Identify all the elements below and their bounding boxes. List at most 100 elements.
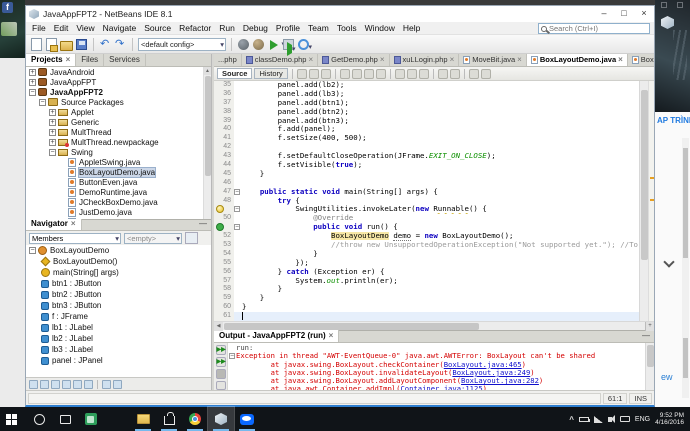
close-icon[interactable]: ×: [308, 54, 313, 66]
menu-refactor[interactable]: Refactor: [175, 22, 215, 35]
editor-tab-classdemo-php[interactable]: classDemo.php×: [242, 54, 318, 66]
navigator-options-icon[interactable]: [185, 232, 198, 244]
photos-taskbar-button[interactable]: [78, 407, 104, 431]
navigator-item-panel-jpanel[interactable]: panel : JPanel: [26, 355, 211, 366]
navigator-item-lb2-jlabel[interactable]: lb2 : JLabel: [26, 333, 211, 344]
fields-icon[interactable]: [40, 380, 49, 389]
code-line-49[interactable]: − SwingUtilities.invokeLater(new Runnabl…: [214, 205, 639, 214]
profile-project-icon[interactable]: [298, 39, 309, 50]
editor-tab-boxlayoutexample1-java[interactable]: BoxLayoutExample1.java×: [628, 54, 654, 66]
tree-item-swing[interactable]: −Swing: [26, 147, 211, 157]
tree-item-jcheckboxdemo-java[interactable]: JCheckBoxDemo.java: [26, 197, 211, 207]
file-explorer-taskbar-button[interactable]: [130, 407, 156, 431]
editor-tab-php[interactable]: ...php: [214, 54, 242, 66]
edge-taskbar-button[interactable]: [104, 407, 130, 431]
code-line-38[interactable]: 38 panel.add(btn2);: [214, 108, 639, 117]
rerun-debug-icon[interactable]: ▶▶: [216, 357, 226, 367]
find-next-icon[interactable]: [352, 69, 362, 79]
code-line-39[interactable]: 39 panel.add(btn3);: [214, 117, 639, 126]
shift-line-left-icon[interactable]: [438, 69, 448, 79]
battery-icon[interactable]: [579, 417, 589, 422]
tab-files[interactable]: Files: [76, 54, 104, 66]
navigator-item-lb3-jlabel[interactable]: lb3 : JLabel: [26, 344, 211, 355]
expand-icon[interactable]: +: [29, 69, 36, 76]
code-line-54[interactable]: 54 }: [214, 250, 639, 259]
menu-help[interactable]: Help: [399, 22, 424, 35]
code-line-41[interactable]: 41 f.setSize(400, 500);: [214, 134, 639, 143]
menu-file[interactable]: File: [28, 22, 50, 35]
menu-team[interactable]: Team: [304, 22, 333, 35]
output-minimize-icon[interactable]: —: [642, 330, 654, 342]
sort-alpha-icon[interactable]: [73, 380, 82, 389]
find-selection-icon[interactable]: [340, 69, 350, 79]
code-line-52[interactable]: 52 BoxLayoutDemo demo = new BoxLayoutDem…: [214, 232, 639, 241]
menu-edit[interactable]: Edit: [50, 22, 73, 35]
store-taskbar-button[interactable]: [156, 407, 182, 431]
navigator-item-btn1-jbutton[interactable]: btn1 : JButton: [26, 278, 211, 289]
editor-scrollbar[interactable]: [639, 81, 648, 321]
find-previous-icon[interactable]: [364, 69, 374, 79]
warning-mark[interactable]: [650, 177, 654, 179]
editor-tab-boxlayoutdemo-java[interactable]: BoxLayoutDemo.java×: [527, 54, 628, 66]
build-project-icon[interactable]: [238, 39, 249, 50]
zalo-taskbar-button[interactable]: [234, 407, 260, 431]
code-line-51[interactable]: − public void run() {: [214, 223, 639, 232]
editor-tab-getdemo-php[interactable]: GetDemo.php×: [318, 54, 389, 66]
expand-icon[interactable]: +: [49, 109, 56, 116]
tab-navigator[interactable]: Navigator ×: [26, 218, 82, 230]
projects-scrollbar[interactable]: ▲: [203, 67, 211, 219]
output-scrollbar-thumb[interactable]: [647, 345, 654, 367]
config-select[interactable]: <default config>: [138, 38, 226, 51]
save-all-icon[interactable]: [76, 39, 87, 50]
output-settings-icon[interactable]: [216, 381, 226, 391]
tree-item-multthread-newpackage[interactable]: +MultThread.newpackage: [26, 137, 211, 147]
tab-services[interactable]: Services: [104, 54, 146, 66]
warning-bulb-icon[interactable]: [216, 205, 224, 213]
touch-keyboard-icon[interactable]: [620, 416, 630, 422]
language-indicator[interactable]: ENG: [635, 416, 650, 423]
menu-tools[interactable]: Tools: [333, 22, 361, 35]
editor-tab-xullogin-php[interactable]: xuLLogin.php×: [390, 54, 460, 66]
navigator-item-f-jframe[interactable]: f : JFrame: [26, 311, 211, 322]
expand-all-icon[interactable]: [113, 380, 122, 389]
chrome-taskbar-button[interactable]: [182, 407, 208, 431]
navigator-item-boxlayoutdemo[interactable]: BoxLayoutDemo(): [26, 256, 211, 267]
collapse-icon[interactable]: −: [49, 149, 56, 156]
code-line-40[interactable]: 40 f.add(panel);: [214, 125, 639, 134]
run-macro-icon[interactable]: [481, 69, 491, 79]
fully-qualified-names-icon[interactable]: [102, 380, 111, 389]
static-members-icon[interactable]: [51, 380, 60, 389]
new-file-icon[interactable]: [31, 38, 42, 51]
volume-icon[interactable]: [608, 417, 612, 422]
close-icon[interactable]: ×: [66, 54, 71, 66]
non-public-members-icon[interactable]: [62, 380, 71, 389]
code-line-47[interactable]: 47− public static void main(String[] arg…: [214, 188, 639, 197]
code-line-60[interactable]: 60}: [214, 303, 639, 312]
expand-icon[interactable]: +: [49, 129, 56, 136]
navigator-item-main-string-args[interactable]: main(String[] args): [26, 267, 211, 278]
code-line-37[interactable]: 37 panel.add(btn1);: [214, 99, 639, 108]
fold-collapse-icon[interactable]: −: [234, 206, 240, 212]
editor-tab-movebit-java[interactable]: MoveBit.java×: [459, 54, 527, 66]
forward-icon[interactable]: [321, 69, 331, 79]
code-line-43[interactable]: 43 f.setDefaultCloseOperation(JFrame.EXI…: [214, 152, 639, 161]
code-line-61[interactable]: 61: [214, 312, 639, 321]
code-line-57[interactable]: 57 System.out.println(er);: [214, 277, 639, 286]
menu-debug[interactable]: Debug: [239, 22, 272, 35]
toggle-bookmark-icon[interactable]: [419, 69, 429, 79]
close-icon[interactable]: ×: [71, 218, 76, 230]
tree-item-source-packages[interactable]: −Source Packages: [26, 97, 211, 107]
collapse-icon[interactable]: −: [29, 89, 36, 96]
collapse-icon[interactable]: −: [229, 353, 235, 359]
close-button[interactable]: ×: [634, 6, 654, 22]
debug-project-icon[interactable]: [283, 39, 294, 50]
redo-icon[interactable]: [114, 38, 127, 51]
output-console[interactable]: run:−Exception in thread "AWT-EventQueue…: [228, 343, 645, 390]
warning-mark[interactable]: [650, 199, 654, 201]
code-line-53[interactable]: 53 //throw new UnsupportedOperationExcep…: [214, 241, 639, 250]
code-line-59[interactable]: 59 }: [214, 294, 639, 303]
tree-item-appletswing-java[interactable]: AppletSwing.java: [26, 157, 211, 167]
editor-horizontal-scrollbar[interactable]: ◀ +: [214, 321, 654, 330]
background-scrollbar[interactable]: [682, 138, 689, 398]
code-line-45[interactable]: 45 }: [214, 170, 639, 179]
